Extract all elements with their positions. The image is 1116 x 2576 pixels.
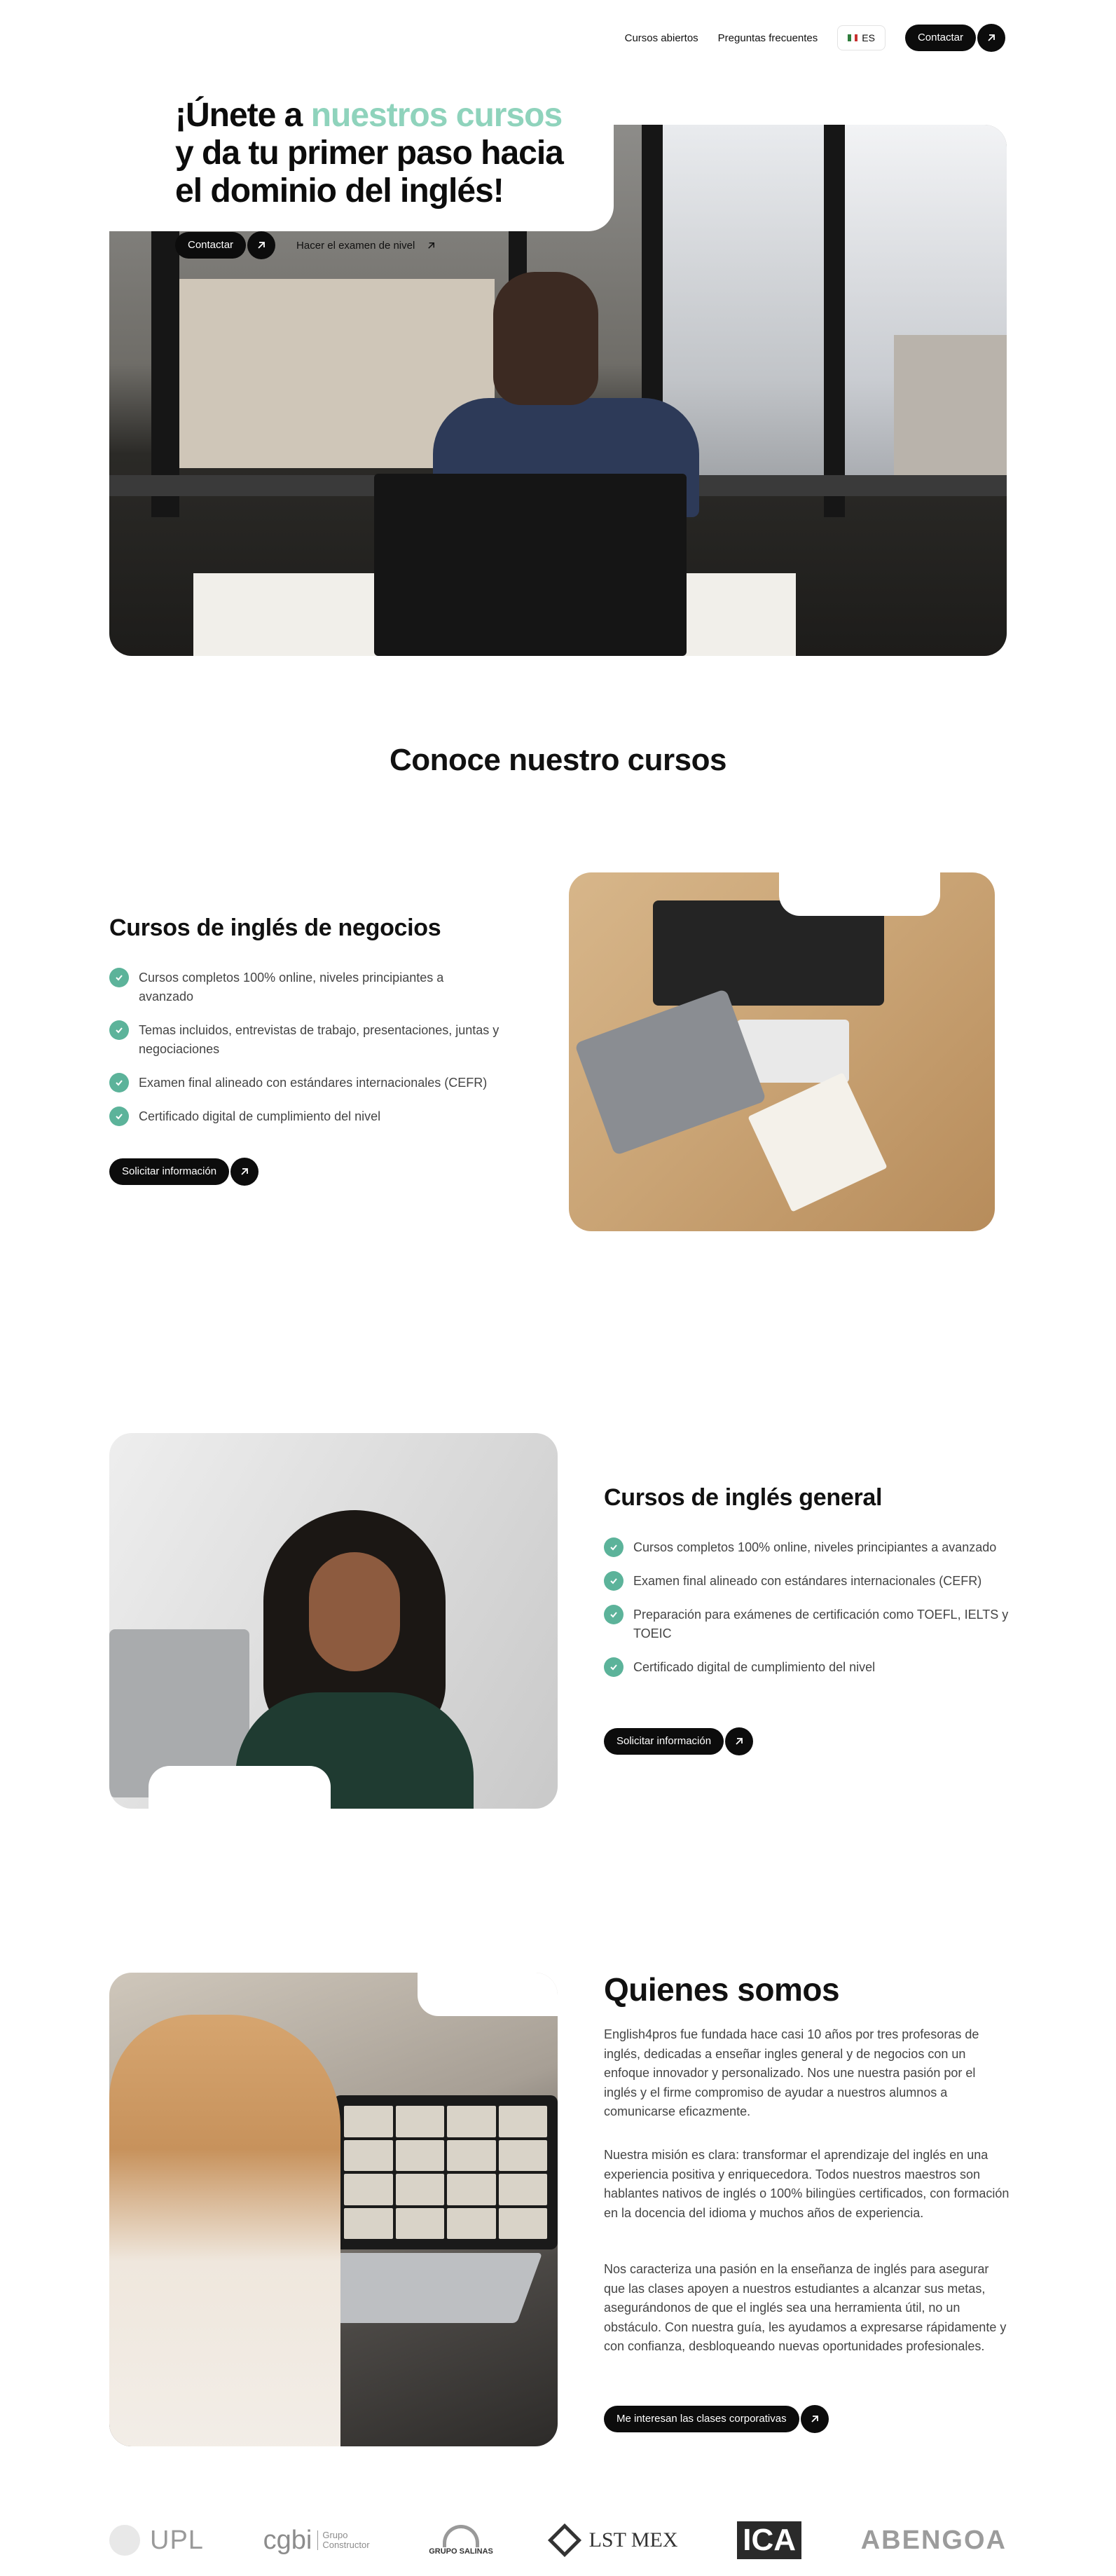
- hero-cta-group: Contactar Hacer el examen de nivel: [175, 231, 436, 259]
- check-icon: [604, 1571, 624, 1591]
- general-info-label: Solicitar información: [604, 1728, 724, 1755]
- business-info-label: Solicitar información: [109, 1158, 230, 1185]
- check-icon: [109, 1107, 129, 1126]
- logo-cgbi-text: cgbi: [263, 2525, 312, 2555]
- top-nav: Cursos abiertos Preguntas frecuentes ES …: [625, 24, 1005, 52]
- feature-item: Temas incluidos, entrevistas de trabajo,…: [109, 1020, 502, 1059]
- corporate-classes-label: Me interesan las clases corporativas: [604, 2406, 799, 2432]
- feature-item: Certificado digital de cumplimiento del …: [109, 1107, 502, 1126]
- general-info-button[interactable]: Solicitar información: [604, 1727, 754, 1755]
- feature-item: Examen final alineado con estándares int…: [604, 1571, 1010, 1591]
- feature-text: Cursos completos 100% online, niveles pr…: [633, 1540, 997, 1554]
- feature-item: Preparación para exámenes de certificaci…: [604, 1605, 1010, 1643]
- feature-text: Preparación para exámenes de certificaci…: [633, 1608, 1009, 1640]
- feature-text: Examen final alineado con estándares int…: [139, 1076, 488, 1090]
- logo-ica: ICA: [737, 2521, 802, 2559]
- check-icon: [109, 1020, 129, 1040]
- hero-title-accent: nuestros cursos: [310, 97, 563, 134]
- feature-text: Examen final alineado con estándares int…: [633, 1574, 982, 1588]
- logo-lst-text: LST MEX: [588, 2528, 678, 2551]
- hero-title-part1: ¡Únete a: [175, 97, 311, 134]
- check-icon: [604, 1537, 624, 1557]
- business-info-button[interactable]: Solicitar información: [109, 1158, 259, 1186]
- course-business-title: Cursos de inglés de negocios: [109, 914, 441, 941]
- logo-upl: UPL: [109, 2525, 204, 2556]
- smiling-student-image: [109, 1433, 558, 1809]
- check-icon: [604, 1657, 624, 1677]
- language-selector[interactable]: ES: [837, 25, 886, 50]
- hero-level-exam-link[interactable]: Hacer el examen de nivel: [296, 240, 436, 252]
- course-business-features: Cursos completos 100% online, niveles pr…: [109, 968, 502, 1141]
- feature-item: Examen final alineado con estándares int…: [109, 1073, 502, 1092]
- arrow-up-right-icon: [977, 24, 1005, 52]
- feature-item: Cursos completos 100% online, niveles pr…: [604, 1537, 1010, 1557]
- hero-title: ¡Únete a nuestros cursos y da tu primer …: [175, 97, 564, 210]
- arrow-up-right-icon: [428, 242, 435, 249]
- logo-cgbi-sub: Grupo Constructor: [317, 2530, 370, 2550]
- about-paragraph-1: English4pros fue fundada hace casi 10 añ…: [604, 2027, 979, 2118]
- about-paragraph-2: Nuestra misión es clara: transformar el …: [604, 2148, 1010, 2220]
- language-label: ES: [862, 32, 875, 43]
- logo-cgbi: cgbi Grupo Constructor: [263, 2526, 370, 2556]
- logo-grupo-salinas: GRUPO SALINAS: [429, 2525, 493, 2556]
- courses-section-title: Conoce nuestro cursos: [390, 743, 726, 777]
- logo-lst-mex: LST MEX: [547, 2523, 678, 2558]
- arrow-up-right-icon: [800, 2405, 829, 2433]
- nav-faq[interactable]: Preguntas frecuentes: [718, 32, 818, 44]
- feature-item: Cursos completos 100% online, niveles pr…: [109, 968, 502, 1006]
- hero-contact-label: Contactar: [175, 232, 247, 259]
- nav-contact-label: Contactar: [904, 25, 976, 51]
- video-call-image: [109, 1973, 558, 2446]
- nav-contact-button[interactable]: Contactar: [904, 24, 1005, 52]
- nav-open-courses[interactable]: Cursos abiertos: [625, 32, 698, 44]
- mexico-flag-icon: [848, 34, 858, 41]
- course-general-title: Cursos de inglés general: [604, 1484, 883, 1511]
- logo-abengoa: ABENGOA: [860, 2525, 1007, 2555]
- hero-title-line3: el dominio del inglés!: [175, 172, 504, 210]
- check-icon: [109, 1073, 129, 1092]
- course-general-features: Cursos completos 100% online, niveles pr…: [604, 1537, 1010, 1692]
- feature-text: Certificado digital de cumplimiento del …: [633, 1660, 876, 1674]
- check-icon: [109, 968, 129, 987]
- logo-salinas-text: GRUPO SALINAS: [429, 2547, 493, 2556]
- corporate-classes-button[interactable]: Me interesan las clases corporativas: [604, 2405, 829, 2433]
- feature-text: Temas incluidos, entrevistas de trabajo,…: [139, 1023, 500, 1056]
- about-paragraph-3: Nos caracteriza una pasión en la enseñan…: [604, 2262, 1007, 2353]
- feature-item: Certificado digital de cumplimiento del …: [604, 1657, 1010, 1677]
- check-icon: [604, 1605, 624, 1624]
- office-desk-image: [569, 872, 995, 1231]
- client-logos: UPL cgbi Grupo Constructor GRUPO SALINAS L…: [109, 2516, 1007, 2565]
- about-title: Quienes somos: [604, 1971, 840, 2008]
- arrow-up-right-icon: [230, 1158, 259, 1186]
- hero-title-line2: y da tu primer paso hacia: [175, 135, 564, 172]
- hero-contact-button[interactable]: Contactar: [175, 231, 276, 259]
- feature-text: Certificado digital de cumplimiento del …: [139, 1109, 381, 1123]
- hero-level-exam-label: Hacer el examen de nivel: [296, 239, 415, 252]
- arrow-up-right-icon: [725, 1727, 754, 1755]
- logo-upl-text: UPL: [150, 2525, 204, 2555]
- arrow-up-right-icon: [247, 231, 276, 259]
- feature-text: Cursos completos 100% online, niveles pr…: [139, 971, 444, 1003]
